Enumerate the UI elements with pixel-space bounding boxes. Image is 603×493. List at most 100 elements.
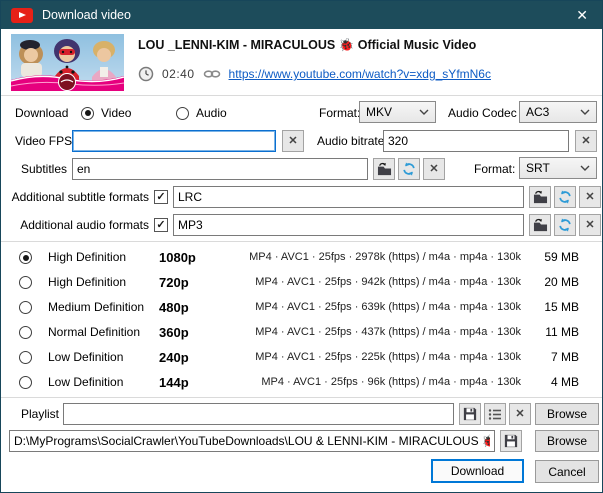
format-label: Format: bbox=[319, 102, 360, 124]
additional-subtitle-formats-input[interactable] bbox=[173, 186, 524, 208]
playlist-browse-button[interactable]: Browse bbox=[535, 403, 599, 425]
close-icon[interactable]: ✕ bbox=[572, 6, 592, 24]
output-path-input[interactable] bbox=[9, 430, 495, 452]
download-button[interactable]: Download bbox=[431, 459, 524, 483]
quality-radio[interactable] bbox=[19, 326, 32, 339]
subtitles-label: Subtitles bbox=[1, 158, 67, 180]
save-icon bbox=[504, 434, 518, 448]
audio-bitrate-clear-button[interactable]: ✕ bbox=[575, 130, 597, 152]
audio-codec-value: AC3 bbox=[526, 105, 549, 119]
video-thumbnail bbox=[11, 34, 124, 91]
additional-subtitle-clear-button[interactable]: ✕ bbox=[579, 186, 601, 208]
playlist-list-button[interactable] bbox=[484, 403, 506, 425]
quality-resolution: 1080p bbox=[159, 245, 196, 270]
subtitles-input[interactable] bbox=[72, 158, 368, 180]
output-path-save-button[interactable] bbox=[500, 430, 522, 452]
playlist-label: Playlist bbox=[1, 403, 59, 425]
cancel-button[interactable]: Cancel bbox=[535, 460, 599, 483]
format-value: MKV bbox=[366, 105, 392, 119]
header-separator bbox=[1, 95, 602, 96]
quality-row[interactable]: Low Definition 144p MP4 · AVC1 · 25fps ·… bbox=[1, 370, 603, 395]
quality-resolution: 480p bbox=[159, 295, 189, 320]
quality-details: MP4 · AVC1 · 25fps · 96k (https) / m4a ·… bbox=[226, 370, 521, 395]
additional-audio-formats-input[interactable] bbox=[173, 214, 524, 236]
additional-audio-clear-button[interactable]: ✕ bbox=[579, 214, 601, 236]
subtitles-format-label: Format: bbox=[474, 158, 515, 180]
quality-row[interactable]: High Definition 720p MP4 · AVC1 · 25fps … bbox=[1, 270, 603, 295]
quality-details: MP4 · AVC1 · 25fps · 437k (https) / m4a … bbox=[226, 320, 521, 345]
quality-definition: Low Definition bbox=[48, 345, 123, 370]
quality-row[interactable]: Medium Definition 480p MP4 · AVC1 · 25fp… bbox=[1, 295, 603, 320]
audio-radio-label: Audio bbox=[196, 106, 227, 120]
quality-details: MP4 · AVC1 · 25fps · 225k (https) / m4a … bbox=[226, 345, 521, 370]
subtitles-open-file-button[interactable] bbox=[373, 158, 395, 180]
subtitles-clear-button[interactable]: ✕ bbox=[423, 158, 445, 180]
video-radio-circle bbox=[81, 107, 94, 120]
audio-radio[interactable]: Audio bbox=[176, 102, 227, 124]
quality-definition: High Definition bbox=[48, 270, 126, 295]
additional-subtitle-formats-checkbox[interactable]: ✓ bbox=[154, 190, 168, 204]
quality-row[interactable]: High Definition 1080p MP4 · AVC1 · 25fps… bbox=[1, 245, 603, 270]
additional-subtitle-refresh-button[interactable] bbox=[554, 186, 576, 208]
subtitles-format-value: SRT bbox=[526, 161, 550, 175]
chevron-down-icon bbox=[580, 165, 590, 171]
video-title: LOU _LENNI-KIM - MIRACULOUS 🐞 Official M… bbox=[138, 38, 476, 53]
video-fps-input[interactable] bbox=[72, 130, 276, 152]
audio-codec-select[interactable]: AC3 bbox=[519, 101, 597, 123]
additional-subtitle-formats-label: Additional subtitle formats bbox=[1, 186, 149, 208]
video-duration: 02:40 bbox=[162, 67, 195, 81]
output-path-browse-button[interactable]: Browse bbox=[535, 430, 599, 452]
quality-row[interactable]: Normal Definition 360p MP4 · AVC1 · 25fp… bbox=[1, 320, 603, 345]
additional-subtitle-open-file-button[interactable] bbox=[529, 186, 551, 208]
quality-size: 7 MB bbox=[521, 345, 579, 370]
quality-row[interactable]: Low Definition 240p MP4 · AVC1 · 25fps ·… bbox=[1, 345, 603, 370]
titlebar[interactable]: Download video ✕ bbox=[1, 1, 602, 29]
youtube-icon bbox=[11, 8, 33, 23]
quality-details: MP4 · AVC1 · 25fps · 942k (https) / m4a … bbox=[226, 270, 521, 295]
quality-radio[interactable] bbox=[19, 376, 32, 389]
download-video-dialog: Download video ✕ LOU _LENNI- bbox=[0, 0, 603, 493]
quality-size: 20 MB bbox=[521, 270, 579, 295]
additional-audio-open-file-button[interactable] bbox=[529, 214, 551, 236]
video-fps-label: Video FPS bbox=[15, 130, 72, 152]
quality-resolution: 240p bbox=[159, 345, 189, 370]
format-select[interactable]: MKV bbox=[359, 101, 436, 123]
audio-bitrate-label: Audio bitrate bbox=[317, 130, 384, 152]
refresh-icon bbox=[558, 218, 572, 232]
video-radio[interactable]: Video bbox=[81, 102, 131, 124]
list-bottom-separator bbox=[1, 397, 602, 398]
refresh-icon bbox=[558, 190, 572, 204]
playlist-clear-button[interactable]: ✕ bbox=[509, 403, 531, 425]
subtitles-format-select[interactable]: SRT bbox=[519, 157, 597, 179]
refresh-icon bbox=[402, 162, 416, 176]
quality-size: 11 MB bbox=[521, 320, 579, 345]
quality-radio[interactable] bbox=[19, 251, 32, 264]
quality-size: 59 MB bbox=[521, 245, 579, 270]
quality-resolution: 720p bbox=[159, 270, 189, 295]
audio-radio-circle bbox=[176, 107, 189, 120]
quality-details: MP4 · AVC1 · 25fps · 639k (https) / m4a … bbox=[226, 295, 521, 320]
quality-size: 15 MB bbox=[521, 295, 579, 320]
download-label: Download bbox=[15, 102, 68, 124]
video-url-link[interactable]: https://www.youtube.com/watch?v=xdg_sYfm… bbox=[229, 67, 491, 81]
playlist-save-button[interactable] bbox=[459, 403, 481, 425]
audio-bitrate-input[interactable] bbox=[383, 130, 569, 152]
additional-audio-refresh-button[interactable] bbox=[554, 214, 576, 236]
window-title: Download video bbox=[42, 8, 131, 22]
quality-definition: High Definition bbox=[48, 245, 126, 270]
quality-definition: Medium Definition bbox=[48, 295, 144, 320]
clock-icon bbox=[138, 66, 154, 82]
playlist-input[interactable] bbox=[63, 403, 454, 425]
quality-resolution: 360p bbox=[159, 320, 189, 345]
quality-radio[interactable] bbox=[19, 351, 32, 364]
subtitles-refresh-button[interactable] bbox=[398, 158, 420, 180]
video-fps-clear-button[interactable]: ✕ bbox=[282, 130, 304, 152]
quality-radio[interactable] bbox=[19, 276, 32, 289]
quality-details: MP4 · AVC1 · 25fps · 2978k (https) / m4a… bbox=[226, 245, 521, 270]
additional-audio-formats-checkbox[interactable]: ✓ bbox=[154, 218, 168, 232]
quality-radio[interactable] bbox=[19, 301, 32, 314]
list-top-separator bbox=[1, 241, 602, 242]
open-folder-icon bbox=[533, 190, 548, 204]
chevron-down-icon bbox=[580, 109, 590, 115]
save-icon bbox=[463, 407, 477, 421]
